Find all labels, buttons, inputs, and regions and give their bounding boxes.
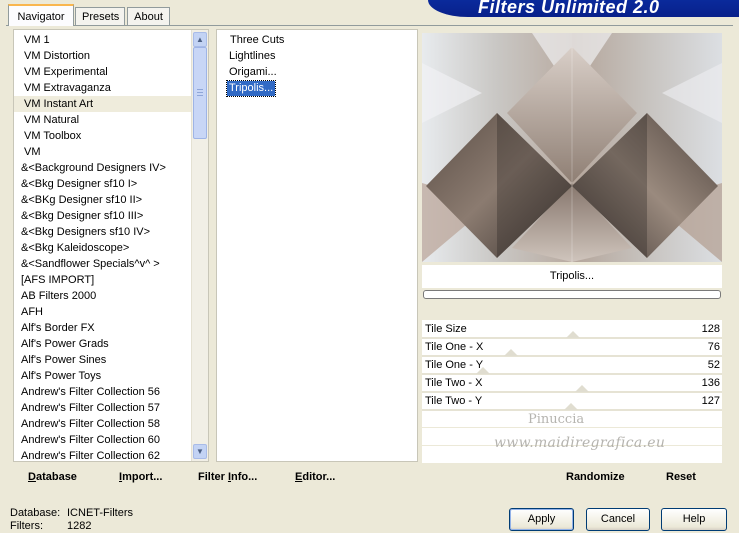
- category-item[interactable]: AFH: [14, 304, 194, 320]
- param-slider-thumb[interactable]: [564, 403, 578, 410]
- param-value: 76: [707, 341, 720, 353]
- category-item[interactable]: Alf's Border FX: [14, 320, 194, 336]
- param-label: Tile Size: [425, 323, 467, 335]
- database-label: Database:: [10, 507, 61, 519]
- randomize-button[interactable]: Randomize: [566, 465, 625, 490]
- filter-item[interactable]: Three Cuts: [228, 33, 286, 48]
- filter-item[interactable]: Origami...: [227, 65, 279, 80]
- filters-value: 1282: [67, 520, 92, 532]
- param-value: 128: [701, 323, 720, 335]
- category-item[interactable]: [AFS IMPORT]: [14, 272, 194, 288]
- param-label: Tile One - X: [425, 341, 484, 353]
- param-value: 127: [701, 395, 720, 407]
- import-button[interactable]: Import...: [119, 465, 162, 490]
- database-info: Database: ICNET-Filters: [10, 507, 133, 520]
- param-slider-thumb[interactable]: [575, 385, 589, 392]
- filter-info-button[interactable]: Filter Info...: [198, 465, 257, 490]
- scroll-thumb[interactable]: [193, 47, 207, 139]
- filter-item-selected[interactable]: Tripolis...: [225, 80, 277, 97]
- param-row[interactable]: Tile Two - X 136: [422, 374, 722, 392]
- current-filter-name: Tripolis...: [422, 265, 722, 288]
- category-item[interactable]: VM Distortion: [14, 48, 194, 64]
- reset-button[interactable]: Reset: [666, 465, 696, 490]
- param-slider-thumb[interactable]: [504, 349, 518, 356]
- tab-presets[interactable]: Presets: [75, 7, 125, 25]
- database-button[interactable]: Database: [28, 465, 77, 490]
- category-item[interactable]: &<Sandflower Specials^v^ >: [14, 256, 194, 272]
- editor-button[interactable]: Editor...: [295, 465, 335, 490]
- preview-artwork: [422, 33, 722, 262]
- category-item[interactable]: &<Bkg Designer sf10 III>: [14, 208, 194, 224]
- progress-bar: [423, 290, 721, 299]
- empty-param-slot: [422, 427, 722, 428]
- category-item[interactable]: VM Natural: [14, 112, 194, 128]
- category-item[interactable]: Andrew's Filter Collection 60: [14, 432, 194, 448]
- param-label: Tile Two - Y: [425, 395, 483, 407]
- filters-info: Filters: 1282: [10, 520, 91, 533]
- filters-label: Filters:: [10, 520, 43, 532]
- tab-divider: [6, 25, 733, 26]
- category-item[interactable]: &<Background Designers IV>: [14, 160, 194, 176]
- category-item[interactable]: VM Experimental: [14, 64, 194, 80]
- category-item[interactable]: &<Bkg Designers sf10 IV>: [14, 224, 194, 240]
- category-item[interactable]: AB Filters 2000: [14, 288, 194, 304]
- app-title: Filters Unlimited 2.0: [478, 0, 660, 17]
- tab-about[interactable]: About: [127, 7, 170, 25]
- empty-param-slot: [422, 463, 722, 464]
- param-row[interactable]: Tile One - Y 52: [422, 356, 722, 374]
- watermark-url: www.maidiregrafica.eu: [494, 435, 666, 451]
- category-item[interactable]: Andrew's Filter Collection 57: [14, 400, 194, 416]
- category-item[interactable]: Andrew's Filter Collection 62: [14, 448, 194, 461]
- category-item[interactable]: VM Instant Art: [14, 96, 194, 112]
- database-value: ICNET-Filters: [67, 507, 133, 519]
- category-item[interactable]: Andrew's Filter Collection 56: [14, 384, 194, 400]
- cancel-button[interactable]: Cancel: [586, 508, 650, 531]
- category-item[interactable]: VM Toolbox: [14, 128, 194, 144]
- category-item[interactable]: Alf's Power Sines: [14, 352, 194, 368]
- param-value: 52: [707, 359, 720, 371]
- apply-button[interactable]: Apply: [509, 508, 574, 531]
- category-item[interactable]: &<Bkg Designer sf10 I>: [14, 176, 194, 192]
- param-value: 136: [701, 377, 720, 389]
- scroll-up-button[interactable]: ▲: [193, 32, 207, 47]
- category-item[interactable]: &<Bkg Kaleidoscope>: [14, 240, 194, 256]
- category-item[interactable]: VM Extravaganza: [14, 80, 194, 96]
- category-item[interactable]: Andrew's Filter Collection 58: [14, 416, 194, 432]
- tab-navigator[interactable]: Navigator: [8, 4, 74, 26]
- category-item[interactable]: VM 1: [14, 32, 194, 48]
- category-item[interactable]: Alf's Power Grads: [14, 336, 194, 352]
- filter-item[interactable]: Lightlines: [227, 49, 277, 64]
- param-slider-thumb[interactable]: [566, 331, 580, 338]
- category-item[interactable]: &<BKg Designer sf10 II>: [14, 192, 194, 208]
- param-slider-thumb[interactable]: [476, 367, 490, 374]
- category-item[interactable]: VM: [14, 144, 194, 160]
- category-scrollbar[interactable]: ▲ ▼: [191, 30, 208, 461]
- param-label: Tile One - Y: [425, 359, 484, 371]
- help-button[interactable]: Help: [661, 508, 727, 531]
- category-item[interactable]: Alf's Power Toys: [14, 368, 194, 384]
- category-items: VM 1 VM Distortion VM Experimental VM Extra…: [14, 32, 194, 461]
- filter-list[interactable]: Three Cuts Lightlines Origami... Tripoli…: [216, 29, 418, 462]
- watermark-name: Pinuccia: [528, 412, 585, 427]
- param-label: Tile Two - X: [425, 377, 483, 389]
- preview-image: [422, 33, 722, 262]
- param-row[interactable]: Tile One - X 76: [422, 338, 722, 356]
- scroll-down-button[interactable]: ▼: [193, 444, 207, 459]
- category-list[interactable]: VM 1 VM Distortion VM Experimental VM Extra…: [13, 29, 209, 462]
